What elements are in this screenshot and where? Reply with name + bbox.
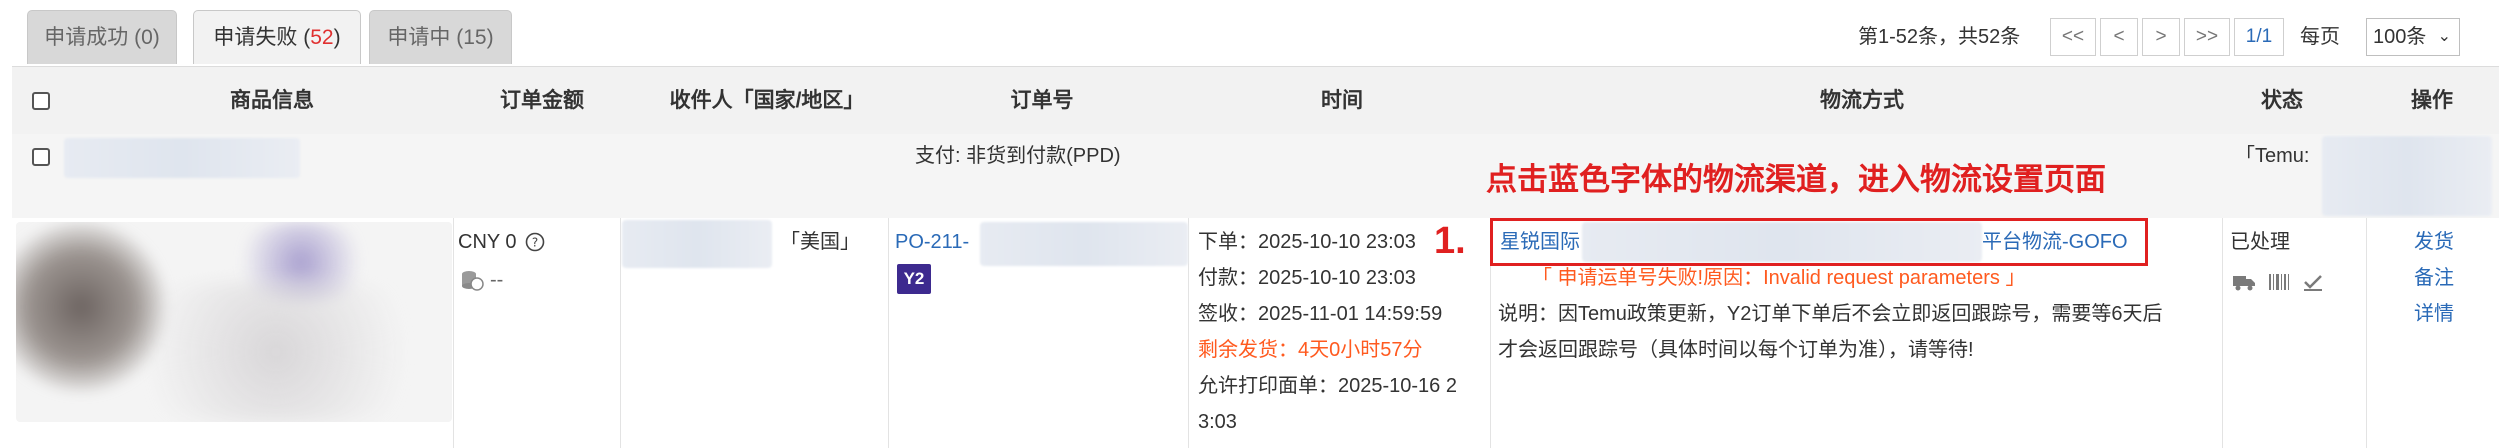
ship-action-link[interactable]: 发货: [2414, 224, 2454, 260]
header-time: 时间: [1321, 89, 1363, 112]
tab-success-label: 申请成功: [44, 26, 129, 49]
tab-failed[interactable]: 申请失败 (52): [193, 10, 361, 64]
header-status: 状态: [2261, 89, 2303, 112]
order-amount: CNY 0: [458, 231, 517, 253]
divider: [453, 218, 454, 448]
header-order-no: 订单号: [1010, 89, 1074, 112]
header-actions: 操作: [2411, 89, 2453, 112]
per-page-value: 100条: [2373, 26, 2427, 48]
remark-action-link[interactable]: 备注: [2414, 260, 2454, 296]
time-remaining: 剩余发货：4天0小时57分: [1198, 339, 1423, 361]
order-group-row: 支付: 非货到付款(PPD) 「Temu:: [12, 134, 2499, 219]
header-recipient: 收件人「国家/地区」: [669, 89, 865, 112]
annotation-highlight-box: [1490, 218, 2148, 266]
detail-action-link[interactable]: 详情: [2414, 296, 2454, 332]
pagination-summary: 第1-52条，共52条: [1858, 26, 2021, 48]
cost-value: --: [490, 269, 504, 291]
page-first-button[interactable]: <<: [2050, 18, 2096, 56]
svg-text:?: ?: [532, 236, 538, 250]
status-text: 已处理: [2230, 231, 2290, 253]
header-product: 商品信息: [230, 89, 314, 112]
page-number[interactable]: 1/1: [2234, 18, 2284, 56]
tab-pending-label: 申请中: [387, 26, 451, 49]
time-signed: 签收：2025-11-01 14:59:59: [1198, 303, 1443, 325]
barcode-icon[interactable]: [2268, 272, 2290, 292]
tab-success[interactable]: 申请成功 (0): [27, 10, 177, 64]
order-number-link[interactable]: PO-211-: [895, 224, 969, 260]
recipient-country: 「美国」: [780, 231, 860, 253]
time-print-allowed-cont: 3:03: [1198, 411, 1237, 433]
table-header: 商品信息 订单金额 收件人「国家/地区」 订单号 时间 物流方式 状态 操作: [12, 66, 2499, 136]
shop-name-redacted: [64, 138, 300, 178]
tab-pending[interactable]: 申请中 (15): [369, 10, 512, 64]
chevron-down-icon: ⌄: [2437, 28, 2451, 45]
row-checkbox[interactable]: [32, 148, 50, 166]
divider: [1188, 218, 1189, 448]
divider: [620, 218, 621, 448]
tab-success-count: (0): [134, 26, 160, 49]
divider: [888, 218, 889, 448]
divider: [2222, 218, 2223, 448]
header-amount: 订单金额: [500, 89, 584, 112]
recipient-name-redacted: [622, 220, 772, 268]
tab-failed-label: 申请失败: [213, 26, 298, 49]
checkmark-icon[interactable]: [2302, 272, 2324, 292]
order-number-redacted: [980, 222, 1188, 266]
order-type-badge: Y2: [897, 264, 931, 294]
shop-id-redacted: [2322, 136, 2492, 216]
annotation-title: 点击蓝色字体的物流渠道，进入物流设置页面: [1486, 162, 2106, 197]
tab-failed-count-close: ): [333, 26, 341, 49]
time-paid: 付款：2025-10-10 23:03: [1198, 267, 1416, 289]
note-line-1: 说明：因Temu政策更新，Y2订单下单后不会立即返回跟踪号，需要等6天后: [1498, 303, 2163, 325]
payment-type: 支付: 非货到付款(PPD): [915, 145, 1121, 167]
time-ordered: 下单：2025-10-10 23:03: [1198, 231, 1416, 253]
select-all-checkbox[interactable]: [32, 92, 50, 110]
truck-icon[interactable]: [2232, 272, 2256, 292]
product-image[interactable]: [16, 222, 452, 422]
help-icon[interactable]: ?: [525, 232, 545, 252]
page-prev-button[interactable]: <: [2100, 18, 2138, 56]
header-logistics: 物流方式: [1820, 89, 1904, 112]
annotation-step-number: 1.: [1434, 220, 1466, 262]
tab-pending-count: (15): [456, 26, 494, 49]
per-page-select[interactable]: 100条 ⌄: [2366, 18, 2460, 56]
tab-failed-count: 52: [310, 26, 334, 49]
divider: [2366, 218, 2367, 448]
note-line-2: 才会返回跟踪号（具体时间以每个订单为准），请等待!: [1498, 339, 1974, 361]
shop-prefix: 「Temu:: [2235, 145, 2310, 167]
page-last-button[interactable]: >>: [2184, 18, 2230, 56]
per-page-label: 每页: [2300, 26, 2340, 48]
time-print-allowed: 允许打印面单：2025-10-16 2: [1198, 375, 1457, 397]
page-next-button[interactable]: >: [2142, 18, 2180, 56]
cost-icon: [462, 271, 484, 291]
